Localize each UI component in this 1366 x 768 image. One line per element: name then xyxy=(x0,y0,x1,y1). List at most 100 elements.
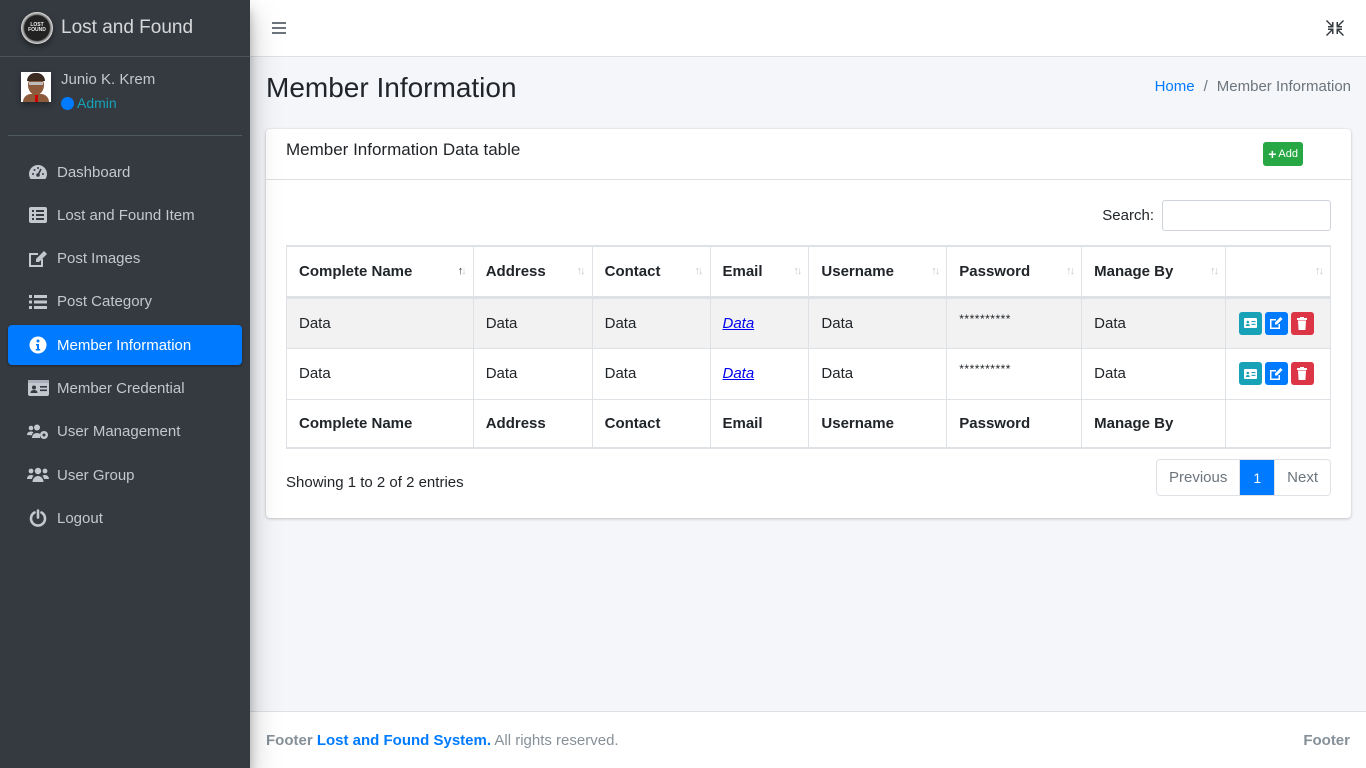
plus-icon: + xyxy=(1268,146,1277,162)
email-link[interactable]: Data xyxy=(723,315,755,332)
cell-manage-by: Data xyxy=(1081,347,1226,400)
search-row: Search: xyxy=(1102,200,1331,231)
column-header-actions[interactable]: ↑↓ xyxy=(1224,245,1332,299)
top-navbar xyxy=(250,0,1366,57)
cell-email: Data xyxy=(709,296,810,349)
breadcrumb-separator: / xyxy=(1203,77,1208,95)
breadcrumb-home-link[interactable]: Home xyxy=(1155,78,1195,95)
pagination: Previous 1 Next xyxy=(1156,459,1331,496)
cell-email: Data xyxy=(709,347,810,400)
sidebar-nav: Dashboard Lost and Found Item Post Image… xyxy=(0,144,250,538)
edit-icon xyxy=(27,249,49,269)
delete-button[interactable] xyxy=(1290,362,1314,385)
edit-button[interactable] xyxy=(1264,362,1288,385)
page-title: Member Information xyxy=(266,72,517,103)
footer-manage-by: Manage By xyxy=(1081,398,1226,449)
brand-title: Lost and Found xyxy=(61,17,194,38)
compress-icon[interactable] xyxy=(1326,19,1344,37)
sort-icon: ↑↓ xyxy=(694,265,704,277)
footer-right: Footer xyxy=(1303,731,1350,749)
status-dot-icon xyxy=(61,96,74,110)
table-row: Data Data Data Data Data ********** Data xyxy=(286,347,1332,400)
sidebar-item-logout[interactable]: Logout xyxy=(8,498,242,538)
card-header: Member Information Data table + Add xyxy=(266,129,1351,180)
content-header: Member Information Home / Member Informa… xyxy=(266,72,1351,104)
column-header-email[interactable]: Email ↑↓ xyxy=(709,245,810,299)
card-title: Member Information Data table xyxy=(286,140,521,159)
trash-icon xyxy=(1297,316,1308,330)
sidebar-item-dashboard[interactable]: Dashboard xyxy=(8,152,242,192)
footer-email: Email xyxy=(709,398,810,449)
cell-actions xyxy=(1224,347,1332,400)
search-label: Search: xyxy=(1102,207,1154,224)
column-header-password[interactable]: Password ↑↓ xyxy=(946,245,1083,299)
view-button[interactable] xyxy=(1238,362,1262,385)
sidebar-item-post-images[interactable]: Post Images xyxy=(8,239,242,279)
column-header-complete-name[interactable]: Complete Name ↑↓ xyxy=(286,245,474,299)
trash-icon xyxy=(1297,367,1308,380)
id-card-icon xyxy=(1243,368,1257,379)
page-1-button[interactable]: 1 xyxy=(1240,460,1275,495)
next-page-button[interactable]: Next xyxy=(1274,460,1330,495)
table-header-row: Complete Name ↑↓ Address ↑↓ Contact ↑↓ Emai… xyxy=(286,245,1332,299)
footer-system-link[interactable]: Lost and Found System. xyxy=(317,732,491,749)
footer: Footer Lost and Found System. All rights… xyxy=(250,711,1366,768)
column-header-manage-by[interactable]: Manage By ↑↓ xyxy=(1081,245,1226,299)
cell-contact: Data xyxy=(591,296,711,349)
column-header-address[interactable]: Address ↑↓ xyxy=(472,245,593,299)
search-input[interactable] xyxy=(1162,200,1331,231)
bars-icon[interactable] xyxy=(272,22,286,34)
column-header-contact[interactable]: Contact ↑↓ xyxy=(591,245,711,299)
cell-name: Data xyxy=(286,296,474,349)
sidebar-item-post-category[interactable]: Post Category xyxy=(8,282,242,322)
id-card-icon xyxy=(1243,318,1257,328)
cell-address: Data xyxy=(472,347,593,400)
add-member-button[interactable]: + Add xyxy=(1263,142,1303,166)
sort-icon: ↑↓ xyxy=(793,265,802,277)
table-row: Data Data Data Data Data ********** Data xyxy=(286,296,1332,349)
brand-link[interactable]: LOST FOUND Lost and Found xyxy=(0,0,250,57)
id-card-icon xyxy=(27,378,49,398)
cell-manage-by: Data xyxy=(1081,296,1226,349)
tachometer-icon xyxy=(27,162,49,182)
list-alt-icon xyxy=(27,205,49,225)
member-info-card: Member Information Data table + Add Sear… xyxy=(266,129,1351,518)
delete-button[interactable] xyxy=(1290,311,1314,335)
sidebar-item-lost-and-found-item[interactable]: Lost and Found Item xyxy=(8,195,242,235)
user-panel: Junio K. Krem Admin xyxy=(8,57,242,136)
email-link[interactable]: Data xyxy=(723,365,755,382)
previous-page-button[interactable]: Previous xyxy=(1157,460,1241,495)
sidebar-item-user-group[interactable]: User Group xyxy=(8,455,242,495)
cell-username: Data xyxy=(808,347,948,400)
footer-username: Username xyxy=(808,398,948,449)
cell-name: Data xyxy=(286,347,474,400)
cell-password: ********** xyxy=(946,347,1083,400)
users-icon xyxy=(27,465,49,485)
footer-password: Password xyxy=(946,398,1083,449)
users-cog-icon xyxy=(27,422,49,442)
user-name[interactable]: Junio K. Krem xyxy=(61,71,155,89)
list-icon xyxy=(27,292,49,312)
edit-icon xyxy=(1269,317,1283,329)
column-header-username[interactable]: Username ↑↓ xyxy=(808,245,948,299)
sidebar-item-user-management[interactable]: User Management xyxy=(8,412,242,452)
cell-username: Data xyxy=(808,296,948,349)
table-info: Showing 1 to 2 of 2 entries xyxy=(286,474,464,491)
sidebar-item-member-credential[interactable]: Member Credential xyxy=(8,368,242,408)
sort-icon: ↑↓ xyxy=(1315,265,1324,277)
footer-contact: Contact xyxy=(591,398,711,449)
cell-actions xyxy=(1224,296,1332,349)
info-circle-icon xyxy=(27,335,49,355)
sidebar-item-member-information[interactable]: Member Information xyxy=(8,325,242,366)
edit-button[interactable] xyxy=(1264,311,1288,335)
cell-password: ********** xyxy=(946,296,1083,349)
brand-logo: LOST FOUND xyxy=(21,12,53,44)
footer-actions xyxy=(1224,398,1332,449)
view-button[interactable] xyxy=(1238,311,1262,335)
member-table: Complete Name ↑↓ Address ↑↓ Contact ↑↓ Emai… xyxy=(286,245,1332,449)
avatar[interactable] xyxy=(21,72,51,102)
cell-address: Data xyxy=(472,296,593,349)
power-off-icon xyxy=(27,508,49,528)
sort-icon: ↑↓ xyxy=(1209,265,1219,277)
footer-left: Footer Lost and Found System. All rights… xyxy=(266,731,619,749)
